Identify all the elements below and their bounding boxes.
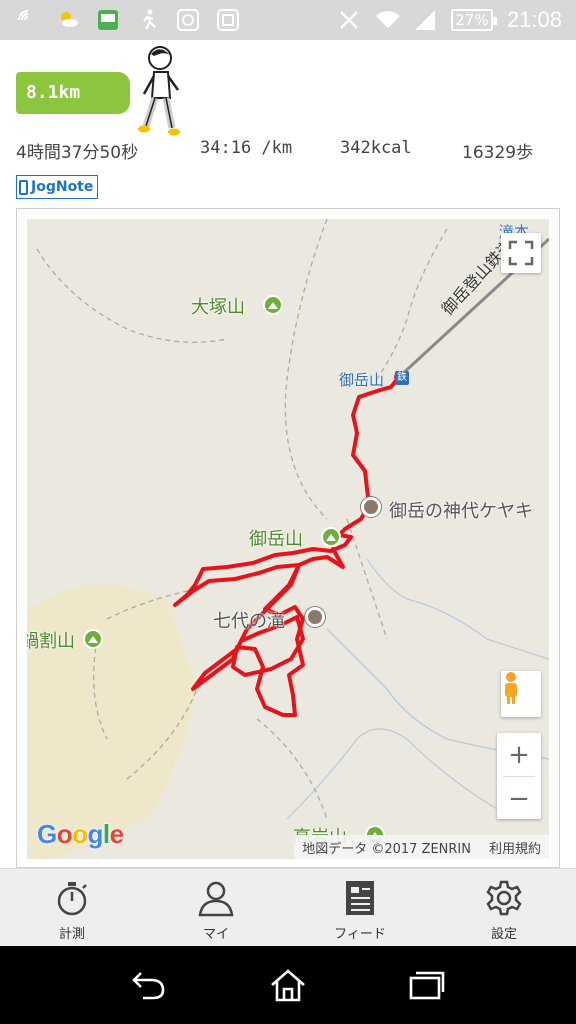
tab-settings-label: 設定 [490,927,517,942]
phone-icon [19,179,28,195]
steps: 16329歩 [462,143,534,163]
person-icon [198,881,234,917]
home-icon[interactable] [268,967,308,1003]
bottom-tab-bar: 計測 マイ フィード 設定 [0,868,576,946]
mountain-icon [83,629,103,649]
peak-label-otsukayama: 大塚山 [191,297,245,318]
workout-stats: 4時間37分50秒 34:16 /km 342kcal 16329歩 [16,138,564,164]
tab-feed[interactable]: フィード [288,869,432,946]
tab-my[interactable]: マイ [144,869,288,946]
tab-my-label: マイ [202,927,229,942]
pace: 34:16 /km [200,138,293,158]
walker-illustration [134,44,190,142]
tab-feed-label: フィード [334,927,386,942]
mountain-icon [263,295,283,315]
route-map[interactable]: 御岳山 鉄 滝本 御岳登山鉄道 大塚山 御岳山 鍋割山 高岩山 御岳の神代ケヤキ… [27,219,549,859]
landmark-icon [305,607,325,627]
zoom-control: + − [497,733,541,819]
fan-icon [176,8,200,32]
google-logo: Google [37,819,124,849]
peak-label-nabewariyama: 鍋割山 [27,631,75,652]
street-view-button[interactable] [501,671,541,717]
fullscreen-icon [508,240,534,266]
weather-icon [56,8,80,32]
clock: 21:08 [506,7,562,32]
elapsed-time: 4時間37分50秒 [16,143,139,163]
system-nav-bar [0,946,576,1024]
tab-settings[interactable]: 設定 [432,869,576,946]
gear-icon [486,880,522,916]
pegman-icon [505,672,517,704]
wifi-icon [375,8,399,32]
feed-icon [346,881,374,915]
jognote-label: JogNote [31,179,94,195]
calories: 342kcal [340,138,412,158]
mountain-icon [321,527,341,547]
stopwatch-icon [57,882,87,916]
terms-link[interactable]: 利用規約 [489,838,541,857]
runner-icon [136,8,160,32]
map-attribution: 地図データ ©2017 ZENRIN 利用規約 [294,835,549,859]
battery-icon: 27% [450,9,497,31]
landmark-icon [361,497,381,517]
map-card: 御岳山 鉄 滝本 御岳登山鉄道 大塚山 御岳山 鍋割山 高岩山 御岳の神代ケヤキ… [16,208,560,868]
tab-measure-label: 計測 [58,927,85,942]
zoom-out-button[interactable]: − [497,777,541,820]
distance-badge: 8.1km [16,72,130,114]
camera-app-icon [216,8,240,32]
jognote-link[interactable]: JogNote [16,175,99,199]
nikon-app-icon [96,8,120,32]
signal-icon [413,8,437,32]
nfc-icon [16,8,40,32]
station-icon: 鉄 [395,371,409,385]
zoom-in-button[interactable]: + [497,733,541,776]
station-label-mitake: 御岳山 [339,371,385,389]
poi-label-keyaki: 御岳の神代ケヤキ [389,501,533,522]
recent-apps-icon[interactable] [407,968,447,1002]
status-bar: 27% 21:08 [0,0,576,40]
poi-label-nanayo-falls: 七代の滝 [213,611,285,632]
tab-measure[interactable]: 計測 [0,869,144,946]
back-icon[interactable] [129,968,169,1002]
fullscreen-button[interactable] [501,233,541,273]
attribution-text: 地図データ ©2017 ZENRIN [302,841,471,857]
silent-icon [337,8,361,32]
peak-label-mitakesan: 御岳山 [249,529,303,550]
